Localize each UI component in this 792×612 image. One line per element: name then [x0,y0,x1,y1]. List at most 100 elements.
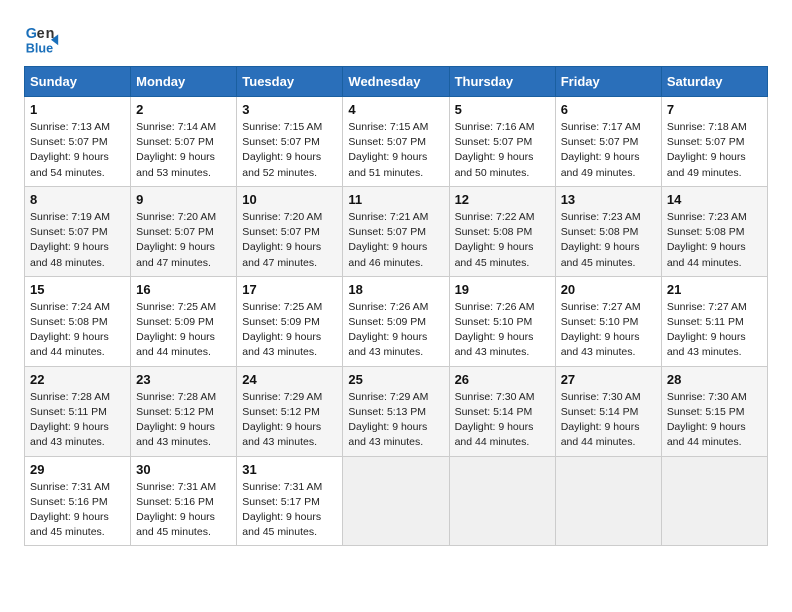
day-number: 31 [242,462,337,477]
calendar-day-cell: 6 Sunrise: 7:17 AMSunset: 5:07 PMDaylight… [555,97,661,187]
calendar-week-row: 1 Sunrise: 7:13 AMSunset: 5:07 PMDaylight… [25,97,768,187]
day-number: 8 [30,192,125,207]
day-info: Sunrise: 7:23 AMSunset: 5:08 PMDaylight:… [667,210,762,271]
day-info: Sunrise: 7:21 AMSunset: 5:07 PMDaylight:… [348,210,443,271]
day-number: 6 [561,102,656,117]
day-number: 3 [242,102,337,117]
day-number: 9 [136,192,231,207]
day-info: Sunrise: 7:28 AMSunset: 5:12 PMDaylight:… [136,390,231,451]
logo-icon: G e n Blue [24,20,60,56]
day-number: 30 [136,462,231,477]
calendar-day-cell: 9Sunrise: 7:20 AMSunset: 5:07 PMDaylight… [131,186,237,276]
day-info: Sunrise: 7:25 AMSunset: 5:09 PMDaylight:… [136,300,231,361]
day-number: 18 [348,282,443,297]
calendar-table: SundayMondayTuesdayWednesdayThursdayFrid… [24,66,768,546]
calendar-day-cell: 22 Sunrise: 7:28 AMSunset: 5:11 PMDayligh… [25,366,131,456]
calendar-day-cell [343,456,449,546]
day-info: Sunrise: 7:26 AMSunset: 5:10 PMDaylight:… [455,300,550,361]
calendar-day-cell: 12Sunrise: 7:22 AMSunset: 5:08 PMDayligh… [449,186,555,276]
day-number: 24 [242,372,337,387]
calendar-day-cell: 20Sunrise: 7:27 AMSunset: 5:10 PMDayligh… [555,276,661,366]
day-info: Sunrise: 7:14 AMSunset: 5:07 PMDaylight:… [136,120,231,181]
day-number: 11 [348,192,443,207]
day-number: 16 [136,282,231,297]
calendar-day-cell: 28 Sunrise: 7:30 AMSunset: 5:15 PMDayligh… [661,366,767,456]
calendar-day-cell: 26 Sunrise: 7:30 AMSunset: 5:14 PMDayligh… [449,366,555,456]
day-info: Sunrise: 7:27 AMSunset: 5:10 PMDaylight:… [561,300,656,361]
day-number: 22 [30,372,125,387]
weekday-header: Wednesday [343,67,449,97]
day-info: Sunrise: 7:15 AMSunset: 5:07 PMDaylight:… [242,120,337,181]
day-info: Sunrise: 7:27 AMSunset: 5:11 PMDaylight:… [667,300,762,361]
day-info: Sunrise: 7:29 AMSunset: 5:12 PMDaylight:… [242,390,337,451]
day-info: Sunrise: 7:13 AMSunset: 5:07 PMDaylight:… [30,120,125,181]
calendar-day-cell: 27 Sunrise: 7:30 AMSunset: 5:14 PMDayligh… [555,366,661,456]
calendar-day-cell: 1 Sunrise: 7:13 AMSunset: 5:07 PMDaylight… [25,97,131,187]
weekday-header: Sunday [25,67,131,97]
day-number: 21 [667,282,762,297]
day-info: Sunrise: 7:31 AMSunset: 5:16 PMDaylight:… [30,480,125,541]
day-number: 27 [561,372,656,387]
svg-text:Blue: Blue [26,41,53,55]
day-number: 26 [455,372,550,387]
calendar-day-cell: 7 Sunrise: 7:18 AMSunset: 5:07 PMDaylight… [661,97,767,187]
day-info: Sunrise: 7:28 AMSunset: 5:11 PMDaylight:… [30,390,125,451]
weekday-header: Friday [555,67,661,97]
calendar-day-cell: 16 Sunrise: 7:25 AMSunset: 5:09 PMDayligh… [131,276,237,366]
day-number: 13 [561,192,656,207]
day-number: 23 [136,372,231,387]
day-info: Sunrise: 7:19 AMSunset: 5:07 PMDaylight:… [30,210,125,271]
calendar-day-cell: 21 Sunrise: 7:27 AMSunset: 5:11 PMDayligh… [661,276,767,366]
calendar-day-cell [449,456,555,546]
calendar-day-cell: 13 Sunrise: 7:23 AMSunset: 5:08 PMDayligh… [555,186,661,276]
calendar-body: 1 Sunrise: 7:13 AMSunset: 5:07 PMDaylight… [25,97,768,546]
day-info: Sunrise: 7:29 AMSunset: 5:13 PMDaylight:… [348,390,443,451]
calendar-header: SundayMondayTuesdayWednesdayThursdayFrid… [25,67,768,97]
day-number: 7 [667,102,762,117]
calendar-day-cell: 3 Sunrise: 7:15 AMSunset: 5:07 PMDaylight… [237,97,343,187]
page-header: G e n Blue [24,20,768,56]
day-info: Sunrise: 7:15 AMSunset: 5:07 PMDaylight:… [348,120,443,181]
calendar-day-cell: 24 Sunrise: 7:29 AMSunset: 5:12 PMDayligh… [237,366,343,456]
day-info: Sunrise: 7:20 AMSunset: 5:07 PMDaylight:… [242,210,337,271]
calendar-day-cell: 19Sunrise: 7:26 AMSunset: 5:10 PMDayligh… [449,276,555,366]
day-info: Sunrise: 7:17 AMSunset: 5:07 PMDaylight:… [561,120,656,181]
day-number: 17 [242,282,337,297]
day-number: 14 [667,192,762,207]
calendar-day-cell: 23 Sunrise: 7:28 AMSunset: 5:12 PMDayligh… [131,366,237,456]
calendar-day-cell: 15Sunrise: 7:24 AMSunset: 5:08 PMDayligh… [25,276,131,366]
day-info: Sunrise: 7:30 AMSunset: 5:14 PMDaylight:… [561,390,656,451]
day-info: Sunrise: 7:31 AMSunset: 5:17 PMDaylight:… [242,480,337,541]
day-info: Sunrise: 7:30 AMSunset: 5:15 PMDaylight:… [667,390,762,451]
svg-text:G: G [26,26,37,42]
day-info: Sunrise: 7:26 AMSunset: 5:09 PMDaylight:… [348,300,443,361]
day-info: Sunrise: 7:23 AMSunset: 5:08 PMDaylight:… [561,210,656,271]
calendar-week-row: 29Sunrise: 7:31 AMSunset: 5:16 PMDayligh… [25,456,768,546]
day-info: Sunrise: 7:18 AMSunset: 5:07 PMDaylight:… [667,120,762,181]
day-info: Sunrise: 7:16 AMSunset: 5:07 PMDaylight:… [455,120,550,181]
day-number: 4 [348,102,443,117]
weekday-header: Saturday [661,67,767,97]
calendar-week-row: 15Sunrise: 7:24 AMSunset: 5:08 PMDayligh… [25,276,768,366]
calendar-day-cell: 25 Sunrise: 7:29 AMSunset: 5:13 PMDayligh… [343,366,449,456]
day-number: 25 [348,372,443,387]
logo: G e n Blue [24,20,66,56]
day-number: 28 [667,372,762,387]
calendar-day-cell: 17 Sunrise: 7:25 AMSunset: 5:09 PMDayligh… [237,276,343,366]
day-info: Sunrise: 7:31 AMSunset: 5:16 PMDaylight:… [136,480,231,541]
weekday-header: Tuesday [237,67,343,97]
calendar-day-cell: 10Sunrise: 7:20 AMSunset: 5:07 PMDayligh… [237,186,343,276]
calendar-day-cell [661,456,767,546]
day-number: 5 [455,102,550,117]
day-number: 12 [455,192,550,207]
calendar-day-cell: 2Sunrise: 7:14 AMSunset: 5:07 PMDaylight… [131,97,237,187]
calendar-day-cell: 14 Sunrise: 7:23 AMSunset: 5:08 PMDayligh… [661,186,767,276]
calendar-day-cell: 18 Sunrise: 7:26 AMSunset: 5:09 PMDayligh… [343,276,449,366]
day-number: 1 [30,102,125,117]
calendar-day-cell: 5 Sunrise: 7:16 AMSunset: 5:07 PMDaylight… [449,97,555,187]
day-info: Sunrise: 7:30 AMSunset: 5:14 PMDaylight:… [455,390,550,451]
calendar-day-cell: 4 Sunrise: 7:15 AMSunset: 5:07 PMDaylight… [343,97,449,187]
calendar-day-cell: 11 Sunrise: 7:21 AMSunset: 5:07 PMDayligh… [343,186,449,276]
calendar-day-cell: 31 Sunrise: 7:31 AMSunset: 5:17 PMDayligh… [237,456,343,546]
day-info: Sunrise: 7:25 AMSunset: 5:09 PMDaylight:… [242,300,337,361]
